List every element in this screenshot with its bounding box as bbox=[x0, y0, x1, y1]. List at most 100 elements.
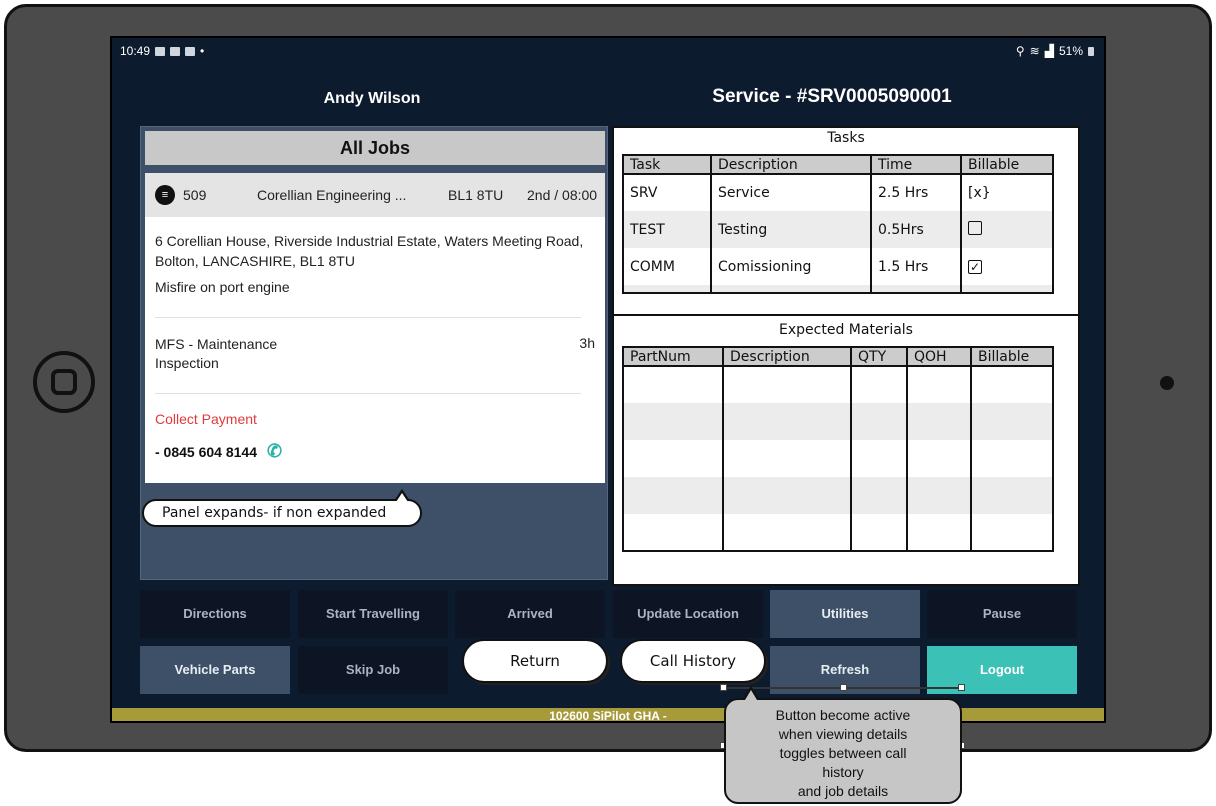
callout-line: when viewing details bbox=[778, 726, 908, 742]
materials-cell bbox=[851, 440, 908, 477]
materials-cell bbox=[971, 514, 1053, 551]
selection-handle bbox=[720, 684, 727, 691]
task-description: Testing bbox=[711, 211, 872, 248]
return-button[interactable]: Return bbox=[462, 639, 608, 683]
materials-row bbox=[623, 477, 1053, 514]
job-summary-row[interactable]: ≡ 509 Corellian Engineering ... BL1 8TU … bbox=[145, 173, 605, 217]
wifi-icon: ≋ bbox=[1029, 44, 1040, 58]
task-description: Service bbox=[711, 174, 872, 211]
notification-icon bbox=[185, 46, 196, 56]
materials-row bbox=[623, 403, 1053, 440]
materials-cell bbox=[907, 440, 972, 477]
materials-cell bbox=[971, 366, 1053, 403]
tasks-col-header: Time bbox=[871, 155, 962, 175]
materials-row bbox=[623, 440, 1053, 477]
job-slot: 2nd / 08:00 bbox=[527, 187, 598, 203]
start-travelling-button[interactable]: Start Travelling bbox=[298, 590, 448, 638]
utilities-button[interactable]: Utilities bbox=[770, 590, 920, 638]
location-icon: ⚲ bbox=[1015, 44, 1025, 58]
notification-icon bbox=[170, 46, 181, 56]
callout-text: Panel expands- if non expanded bbox=[162, 505, 387, 521]
phone-number: - 0845 604 8144 bbox=[155, 443, 257, 460]
vehicle-parts-button[interactable]: Vehicle Parts bbox=[140, 646, 290, 694]
materials-cell bbox=[971, 440, 1053, 477]
materials-cell bbox=[723, 440, 852, 477]
materials-cell bbox=[623, 514, 724, 551]
technician-name: Andy Wilson bbox=[323, 90, 421, 107]
update-location-button[interactable]: Update Location bbox=[613, 590, 763, 638]
materials-cell bbox=[851, 403, 908, 440]
materials-cell bbox=[907, 477, 972, 514]
callout-line: Button become active bbox=[775, 707, 911, 723]
job-address: 6 Corellian House, Riverside Industrial … bbox=[155, 233, 584, 269]
materials-row bbox=[623, 514, 1053, 551]
callout-line: toggles between call bbox=[779, 745, 907, 761]
tasks-title: Tasks bbox=[827, 130, 865, 146]
battery-icon bbox=[1088, 46, 1094, 56]
materials-table: PartNum Description QTY QOH Billable bbox=[622, 346, 1054, 552]
materials-cell bbox=[623, 440, 724, 477]
selection-handle bbox=[958, 684, 965, 691]
all-jobs-header: All Jobs bbox=[145, 131, 605, 165]
divider bbox=[155, 317, 581, 318]
job-duration: 3h bbox=[579, 335, 595, 351]
tasks-col-header: Description bbox=[711, 155, 872, 175]
status-dot: • bbox=[200, 44, 205, 58]
materials-title: Expected Materials bbox=[779, 322, 913, 338]
materials-col-header: QTY bbox=[851, 347, 908, 367]
task-time: 0.5Hrs bbox=[871, 211, 962, 248]
selection-handle bbox=[840, 684, 847, 691]
call-history-callout: Button become active when viewing detail… bbox=[724, 686, 962, 804]
materials-cell bbox=[851, 477, 908, 514]
task-code: SRV bbox=[623, 174, 712, 211]
battery-level: 51% bbox=[1058, 44, 1083, 58]
signal-icon: ▟ bbox=[1044, 44, 1054, 58]
task-time: 2.5 Hrs bbox=[871, 174, 962, 211]
job-company: Corellian Engineering ... bbox=[257, 187, 407, 203]
job-icon: ≡ bbox=[155, 185, 175, 205]
job-postcode: BL1 8TU bbox=[448, 187, 504, 203]
pause-button[interactable]: Pause bbox=[927, 590, 1077, 638]
skip-job-button[interactable]: Skip Job bbox=[298, 646, 448, 694]
materials-cell bbox=[723, 514, 852, 551]
materials-row bbox=[623, 366, 1053, 403]
materials-cell bbox=[907, 366, 972, 403]
phone-icon[interactable]: ✆ bbox=[267, 441, 282, 462]
arrived-button[interactable]: Arrived bbox=[455, 590, 605, 638]
billable-checkbox[interactable] bbox=[968, 220, 982, 235]
materials-cell bbox=[851, 514, 908, 551]
divider bbox=[155, 393, 581, 394]
directions-button[interactable]: Directions bbox=[140, 590, 290, 638]
job-card[interactable]: ≡ 509 Corellian Engineering ... BL1 8TU … bbox=[145, 173, 605, 483]
callout-line: history bbox=[822, 764, 864, 780]
callout-line: and job details bbox=[797, 783, 889, 799]
materials-col-header: Description bbox=[723, 347, 852, 367]
materials-cell bbox=[723, 366, 852, 403]
status-bar: 10:49 • ⚲ ≋ ▟ 51% bbox=[112, 38, 1104, 64]
task-code: TEST bbox=[623, 211, 712, 248]
materials-cell bbox=[723, 403, 852, 440]
call-history-button[interactable]: Call History bbox=[620, 639, 766, 683]
billable-checkbox[interactable]: ✓ bbox=[968, 259, 982, 274]
materials-cell bbox=[971, 403, 1053, 440]
camera-icon bbox=[1160, 376, 1174, 390]
materials-col-header: Billable bbox=[971, 347, 1053, 367]
collect-payment-label: Collect Payment bbox=[155, 411, 257, 427]
tasks-col-header: Task bbox=[623, 155, 712, 175]
materials-cell bbox=[971, 477, 1053, 514]
materials-cell bbox=[907, 403, 972, 440]
task-billable[interactable]: [x} bbox=[961, 174, 1053, 211]
home-button-icon[interactable] bbox=[33, 351, 95, 413]
panel-expands-callout: Panel expands- if non expanded bbox=[142, 489, 422, 527]
materials-cell bbox=[623, 366, 724, 403]
task-description: Comissioning bbox=[711, 248, 872, 285]
job-type: MFS - Maintenance Inspection bbox=[155, 336, 278, 371]
section-divider bbox=[614, 314, 1078, 316]
materials-col-header: QOH bbox=[907, 347, 972, 367]
phone-row[interactable]: - 0845 604 8144 ✆ bbox=[155, 441, 282, 462]
status-time: 10:49 bbox=[120, 44, 151, 58]
materials-cell bbox=[723, 477, 852, 514]
job-number: 509 bbox=[183, 187, 207, 203]
materials-col-header: PartNum bbox=[623, 347, 724, 367]
materials-cell bbox=[623, 403, 724, 440]
